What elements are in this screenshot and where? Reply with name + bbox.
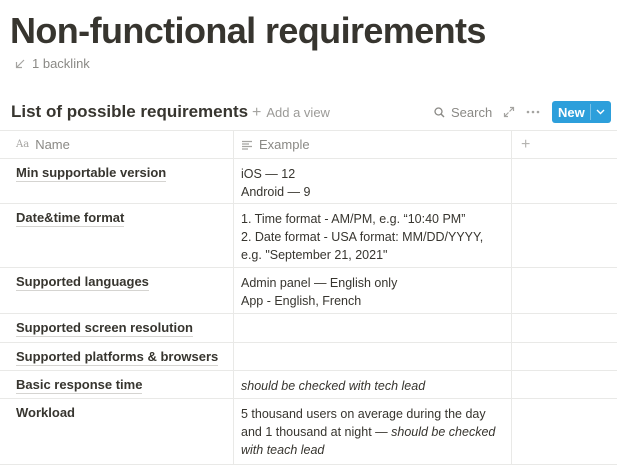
empty-cell: [512, 268, 617, 313]
column-header-example[interactable]: Example: [234, 131, 512, 158]
chevron-down-icon[interactable]: [596, 108, 605, 116]
text-lines-icon: [242, 140, 252, 150]
table-row: Min supportable version iOS — 12 Android…: [0, 159, 617, 204]
example-cell[interactable]: Admin panel — English only App - English…: [234, 268, 512, 313]
name-cell[interactable]: Supported screen resolution: [0, 314, 234, 342]
example-text: 5 thousand users on average during the d…: [241, 405, 509, 459]
add-view-button[interactable]: + Add a view: [252, 104, 330, 121]
row-name[interactable]: Min supportable version: [16, 165, 167, 182]
example-line: 2. Date format - USA format: MM/DD/YYYY,: [241, 230, 484, 244]
table-row: Date&time format 1. Time format - AM/PM,…: [0, 204, 617, 268]
table-row: Supported screen resolution: [0, 314, 617, 343]
row-name[interactable]: Date&time format: [16, 210, 125, 227]
database-title[interactable]: List of possible requirements: [11, 102, 248, 122]
example-italic: should be checked: [391, 425, 496, 439]
expand-icon[interactable]: [503, 106, 515, 118]
row-name[interactable]: Supported screen resolution: [16, 320, 193, 337]
example-cell[interactable]: iOS — 12 Android — 9: [234, 159, 512, 203]
example-cell[interactable]: [234, 343, 512, 370]
new-button-divider: [590, 104, 591, 120]
text-type-icon: Aa: [16, 139, 30, 150]
database-toolbar: List of possible requirements + Add a vi…: [0, 100, 617, 126]
name-cell[interactable]: Workload: [0, 399, 234, 464]
search-icon: [434, 107, 445, 118]
arrow-down-left-icon: [15, 59, 25, 68]
example-line: Admin panel — English only: [241, 276, 398, 290]
plus-icon[interactable]: +: [521, 137, 530, 153]
example-line: should be checked with tech lead: [241, 377, 509, 395]
example-cell[interactable]: [234, 314, 512, 342]
example-line: App - English, French: [241, 294, 362, 308]
example-line: iOS — 12: [241, 167, 296, 181]
requirements-table: Aa Name Example + Min supportable versio…: [0, 130, 617, 465]
new-button[interactable]: New: [552, 101, 611, 123]
example-line: and 1 thousand at night — should be chec…: [241, 423, 509, 441]
example-line: 5 thousand users on average during the d…: [241, 407, 486, 421]
column-header-name[interactable]: Aa Name: [0, 131, 234, 158]
column-header-label: Name: [35, 137, 70, 152]
example-line: 1. Time format - AM/PM, e.g. “10:40 PM”: [241, 212, 466, 226]
row-name[interactable]: Basic response time: [16, 377, 143, 394]
table-row: Supported languages Admin panel — Englis…: [0, 268, 617, 314]
example-cell[interactable]: 1. Time format - AM/PM, e.g. “10:40 PM” …: [234, 204, 512, 267]
example-text: 1. Time format - AM/PM, e.g. “10:40 PM” …: [241, 210, 509, 264]
example-line: with teach lead: [241, 441, 509, 459]
table-header-row: Aa Name Example +: [0, 131, 617, 159]
name-cell[interactable]: Supported languages: [0, 268, 234, 313]
empty-cell: [512, 371, 617, 398]
empty-cell: [512, 204, 617, 267]
example-line: Android — 9: [241, 185, 311, 199]
plus-icon: +: [252, 104, 262, 121]
name-cell[interactable]: Date&time format: [0, 204, 234, 267]
table-row: Basic response time should be checked wi…: [0, 371, 617, 399]
row-name[interactable]: Supported languages: [16, 274, 149, 291]
example-cell[interactable]: should be checked with tech lead: [234, 371, 512, 398]
example-italic: should be checked with tech lead: [241, 379, 426, 393]
empty-cell: [512, 314, 617, 342]
table-row: Supported platforms & browsers: [0, 343, 617, 371]
example-plain: and 1 thousand at night —: [241, 425, 392, 439]
example-italic: with teach lead: [241, 443, 325, 457]
backlinks-label: 1 backlink: [32, 56, 90, 71]
add-view-label: Add a view: [266, 105, 330, 120]
search-button[interactable]: Search: [434, 105, 492, 120]
empty-cell: [512, 159, 617, 203]
example-text: iOS — 12 Android — 9: [241, 165, 509, 201]
row-name[interactable]: Supported platforms & browsers: [16, 349, 219, 366]
more-options-icon[interactable]: [526, 106, 540, 118]
page: Non-functional requirements 1 backlink L…: [0, 0, 617, 472]
search-label: Search: [451, 105, 493, 120]
empty-cell: [512, 399, 617, 464]
name-cell[interactable]: Basic response time: [0, 371, 234, 398]
empty-cell: [512, 343, 617, 370]
name-cell[interactable]: Min supportable version: [0, 159, 234, 203]
example-text: should be checked with tech lead: [241, 377, 509, 395]
table-row: Workload 5 thousand users on average dur…: [0, 399, 617, 465]
name-cell[interactable]: Supported platforms & browsers: [0, 343, 234, 370]
add-column-cell: +: [512, 131, 617, 158]
new-button-label: New: [558, 104, 585, 120]
page-title: Non-functional requirements: [10, 10, 486, 51]
example-line: e.g. "September 21, 2021": [241, 248, 388, 262]
row-name[interactable]: Workload: [16, 405, 75, 421]
column-header-label: Example: [259, 137, 310, 152]
example-cell[interactable]: 5 thousand users on average during the d…: [234, 399, 512, 464]
example-text: Admin panel — English only App - English…: [241, 274, 509, 310]
backlinks-link[interactable]: 1 backlink: [14, 56, 90, 71]
